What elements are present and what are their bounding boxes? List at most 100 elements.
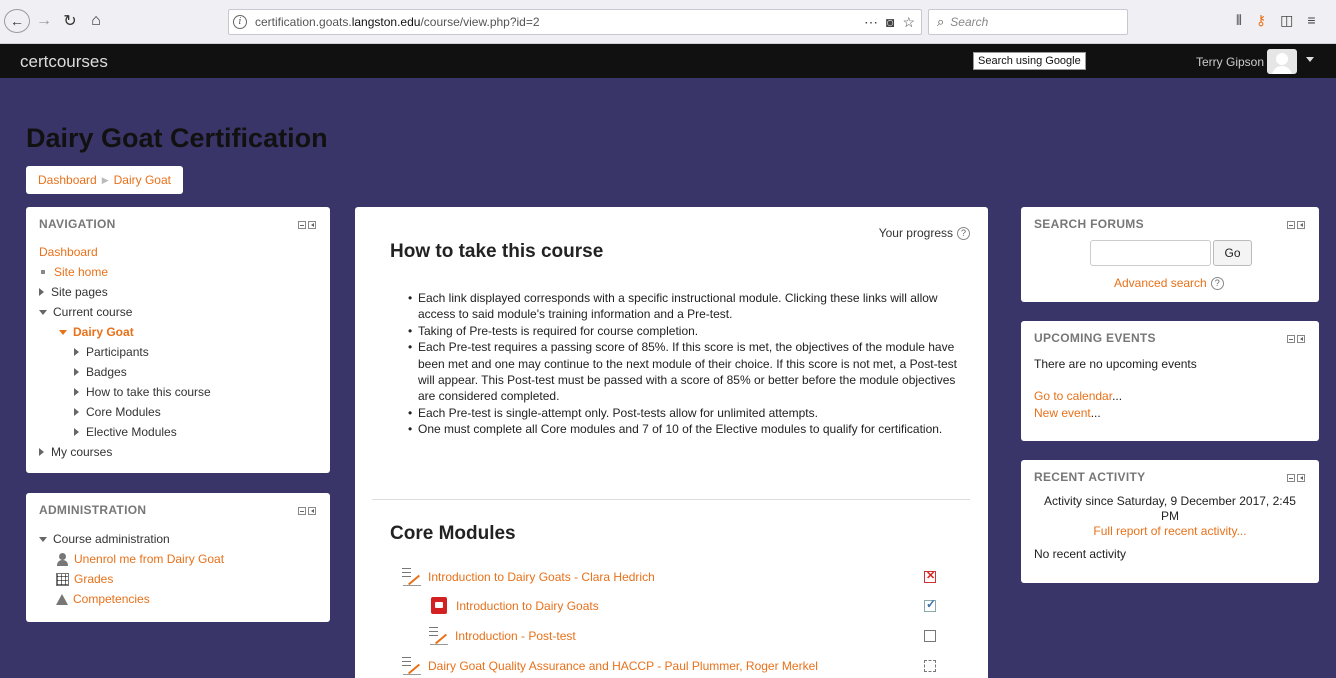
nav-course-administration[interactable]: Course administration: [53, 529, 170, 549]
full-report-link[interactable]: Full report of recent activity...: [1021, 524, 1319, 539]
reload-icon[interactable]: ↻: [60, 9, 80, 33]
browser-search-input[interactable]: ⌕ Search: [928, 9, 1128, 35]
breadcrumb-separator-icon: ▶: [101, 174, 109, 185]
list-item: Each Pre-test requires a passing score o…: [408, 339, 966, 405]
activity-intro-clara[interactable]: Introduction to Dairy Goats - Clara Hedr…: [400, 567, 655, 587]
url-bar[interactable]: i certification.goats.langston.edu/cours…: [228, 9, 922, 35]
url-text: certification.goats.langston.edu/course/…: [255, 15, 540, 29]
nav-badges[interactable]: Badges: [86, 362, 127, 382]
expand-icon[interactable]: [74, 388, 79, 396]
breadcrumb-course[interactable]: Dairy Goat: [114, 173, 171, 187]
completion-auto-checkbox[interactable]: [924, 660, 936, 672]
pdf-icon: [431, 597, 447, 614]
library-icon[interactable]: ⫴: [1236, 12, 1242, 29]
activity-since-time: PM: [1161, 509, 1179, 523]
minimize-icon[interactable]: [298, 507, 306, 515]
recent-activity-block: RECENT ACTIVITY Activity since Saturday,…: [1021, 460, 1319, 583]
site-brand[interactable]: certcourses: [20, 52, 108, 72]
go-button[interactable]: Go: [1213, 240, 1252, 266]
menu-icon[interactable]: ≡: [1307, 12, 1315, 29]
nav-elective-modules[interactable]: Elective Modules: [86, 422, 177, 442]
minimize-icon[interactable]: [1287, 335, 1295, 343]
expand-icon[interactable]: [74, 348, 79, 356]
activity-since-text: Activity since Saturday, 9 December 2017…: [1044, 494, 1296, 508]
nav-how-to-take[interactable]: How to take this course: [86, 382, 211, 402]
dock-icon[interactable]: [1297, 335, 1305, 343]
activity-quality-assurance[interactable]: Dairy Goat Quality Assurance and HACCP -…: [400, 656, 818, 676]
collapse-icon[interactable]: [39, 309, 47, 315]
nav-current-course[interactable]: Current course: [53, 302, 132, 322]
go-to-calendar-link[interactable]: Go to calendar: [1034, 389, 1112, 403]
administration-block: ADMINISTRATION Course administration Une…: [26, 493, 330, 622]
expand-icon[interactable]: [39, 288, 44, 296]
navigation-block: NAVIGATION Dashboard Site home Site page…: [26, 207, 330, 473]
collapse-icon[interactable]: [59, 329, 67, 335]
avatar[interactable]: [1267, 49, 1297, 74]
your-progress: Your progress ?: [879, 226, 970, 240]
page-actions-icon[interactable]: ⋯: [864, 14, 878, 31]
minimize-icon[interactable]: [1287, 221, 1295, 229]
upcoming-events-block: UPCOMING EVENTS There are no upcoming ev…: [1021, 321, 1319, 441]
grades-link[interactable]: Grades: [74, 569, 113, 589]
activity-intro-posttest[interactable]: Introduction - Post-test: [427, 626, 576, 646]
list-item: Taking of Pre-tests is required for cour…: [408, 323, 966, 340]
expand-icon[interactable]: [74, 368, 79, 376]
collapse-icon[interactable]: [39, 536, 47, 542]
help-icon[interactable]: ?: [1210, 276, 1224, 290]
forum-search-input[interactable]: [1090, 240, 1211, 266]
help-icon[interactable]: ?: [957, 226, 970, 240]
competencies-link[interactable]: Competencies: [73, 589, 150, 609]
dock-icon[interactable]: [1297, 474, 1305, 482]
completion-checkbox[interactable]: [924, 630, 936, 642]
dock-icon[interactable]: [308, 221, 316, 229]
user-name[interactable]: Terry Gipson: [1196, 55, 1264, 69]
expand-icon[interactable]: [74, 428, 79, 436]
browser-toolbar: ← → ↻ ⌂ i certification.goats.langston.e…: [0, 0, 1336, 44]
dock-icon[interactable]: [308, 507, 316, 515]
sidebar-icon[interactable]: ◫: [1280, 12, 1293, 29]
pocket-icon[interactable]: ◙: [886, 14, 894, 31]
nav-my-courses[interactable]: My courses: [51, 442, 112, 462]
bookmark-star-icon[interactable]: ☆: [902, 14, 915, 31]
list-item: Each Pre-test is single-attempt only. Po…: [408, 405, 966, 422]
block-title: SEARCH FORUMS: [1034, 217, 1144, 231]
completion-failed-checkbox[interactable]: [924, 569, 936, 583]
block-title: ADMINISTRATION: [39, 503, 147, 517]
nav-site-pages[interactable]: Site pages: [51, 282, 108, 302]
breadcrumb-dashboard[interactable]: Dashboard: [38, 173, 97, 187]
block-title: UPCOMING EVENTS: [1034, 331, 1156, 345]
breadcrumb: Dashboard ▶ Dairy Goat: [26, 166, 183, 194]
nav-participants[interactable]: Participants: [86, 342, 149, 362]
user-menu-caret-icon[interactable]: [1306, 57, 1314, 62]
block-title: NAVIGATION: [39, 217, 116, 231]
minimize-icon[interactable]: [1287, 474, 1295, 482]
section-title-core-modules: Core Modules: [390, 523, 516, 544]
quiz-icon: [400, 656, 425, 676]
expand-icon[interactable]: [39, 448, 44, 456]
nav-site-home[interactable]: Site home: [54, 262, 108, 282]
nav-core-modules[interactable]: Core Modules: [86, 402, 161, 422]
expand-icon[interactable]: [74, 408, 79, 416]
completion-done-checkbox[interactable]: [924, 597, 936, 612]
activity-intro-pdf[interactable]: Introduction to Dairy Goats: [431, 597, 599, 614]
list-item: Each link displayed corresponds with a s…: [408, 290, 966, 323]
site-navbar: certcourses Search using Google Terry Gi…: [0, 44, 1336, 78]
course-content: Your progress ? How to take this course …: [355, 207, 988, 678]
person-icon: [56, 552, 69, 566]
key-icon[interactable]: ⚷: [1256, 12, 1266, 29]
search-google-tooltip: Search using Google: [973, 52, 1086, 70]
unenrol-link[interactable]: Unenrol me from Dairy Goat: [74, 549, 224, 569]
quiz-icon: [400, 567, 425, 587]
forward-arrow-icon[interactable]: →: [34, 9, 54, 33]
back-arrow-icon[interactable]: ←: [4, 9, 30, 33]
search-icon: ⌕: [937, 14, 945, 29]
new-event-link[interactable]: New event: [1034, 406, 1091, 420]
nav-course-dairy-goat[interactable]: Dairy Goat: [73, 322, 134, 342]
site-info-icon[interactable]: i: [233, 15, 247, 29]
home-icon[interactable]: ⌂: [86, 9, 106, 33]
section-divider: [372, 499, 970, 500]
advanced-search-link[interactable]: Advanced search: [1114, 276, 1207, 290]
minimize-icon[interactable]: [298, 221, 306, 229]
nav-dashboard[interactable]: Dashboard: [39, 242, 98, 262]
dock-icon[interactable]: [1297, 221, 1305, 229]
